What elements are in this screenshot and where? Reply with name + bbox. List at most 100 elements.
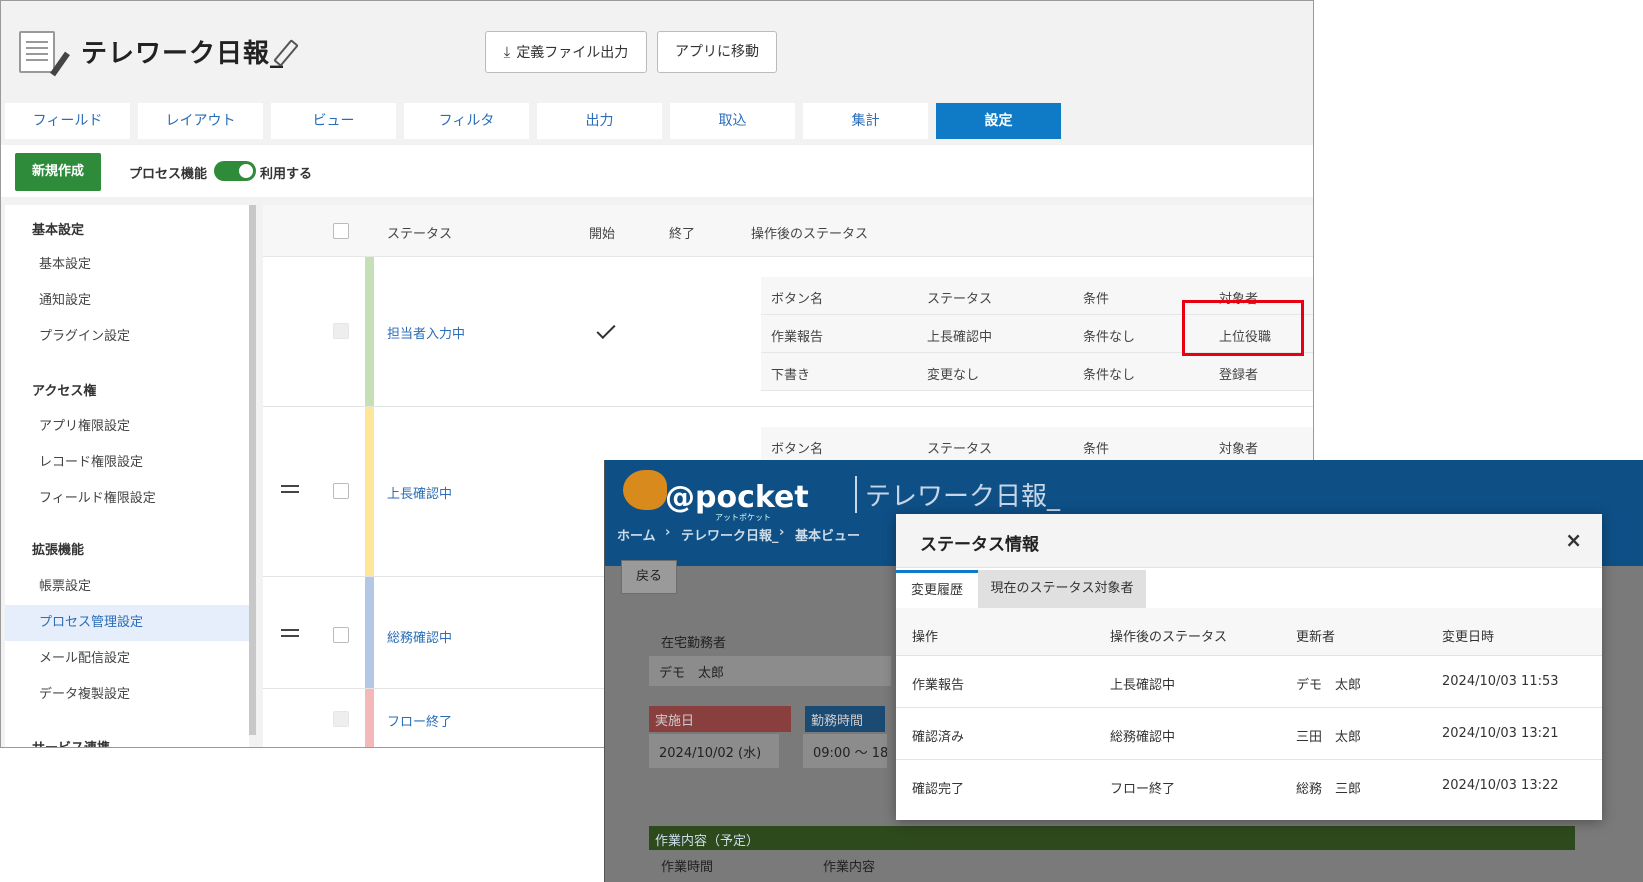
- goto-app-button[interactable]: アプリに移動: [657, 31, 777, 73]
- sidebar-item-basic[interactable]: 基本設定: [5, 247, 249, 283]
- row-checkbox[interactable]: [333, 483, 349, 499]
- status-link[interactable]: 担当者入力中: [387, 323, 465, 342]
- tab-current-target[interactable]: 現在のステータス対象者: [978, 570, 1146, 608]
- back-button[interactable]: 戻る: [621, 560, 677, 594]
- status-link[interactable]: 総務確認中: [387, 627, 452, 646]
- drag-handle-icon[interactable]: [281, 485, 299, 493]
- action-button-name: 作業報告: [771, 330, 824, 345]
- history-header-updater: 更新者: [1296, 630, 1336, 645]
- status-color-stripe: [365, 577, 374, 688]
- plan-section-header: 作業内容（予定）: [649, 826, 1575, 850]
- worker-value: デモ 太郎: [649, 656, 891, 686]
- sidebar-item-record-permission[interactable]: レコード権限設定: [5, 445, 249, 481]
- sidebar-item-duplicate[interactable]: データ複製設定: [5, 677, 249, 713]
- history-next-status: 総務確認中: [1110, 730, 1176, 745]
- pocket-logo-sub: アットポケット: [715, 513, 771, 522]
- row-checkbox: [333, 711, 349, 727]
- action-row: 下書き 変更なし 条件なし 登録者: [761, 353, 1313, 391]
- tab-view[interactable]: ビュー: [271, 103, 396, 139]
- history-operation: 確認完了: [912, 782, 965, 797]
- export-definition-label: 定義ファイル出力: [516, 45, 629, 61]
- breadcrumb-app[interactable]: テレワーク日報_: [681, 525, 779, 544]
- pocket-logo: @pocket: [665, 480, 809, 515]
- time-value: 09:00 ～ 18:: [803, 734, 887, 768]
- header-status: ステータス: [387, 227, 453, 242]
- time-label: 勤務時間: [805, 706, 885, 732]
- sub-header-target: 対象者: [1219, 442, 1259, 457]
- sidebar-scrollbar[interactable]: [249, 205, 256, 735]
- close-icon[interactable]: ×: [1565, 528, 1582, 552]
- history-header-operation: 操作: [912, 630, 939, 645]
- row-checkbox[interactable]: [333, 627, 349, 643]
- header-next-status: 操作後のステータス: [751, 227, 869, 242]
- status-table-header: ステータス 開始 終了 操作後のステータス: [263, 205, 1313, 257]
- sub-header-button: ボタン名: [771, 442, 824, 457]
- process-toggle[interactable]: [214, 161, 256, 181]
- tab-settings[interactable]: 設定: [936, 103, 1061, 139]
- select-all-checkbox[interactable]: [333, 223, 349, 239]
- sidebar-item-field-permission[interactable]: フィールド権限設定: [5, 481, 249, 517]
- sidebar-item-process[interactable]: プロセス管理設定: [5, 605, 249, 641]
- history-row: 作業報告 上長確認中 デモ 太郎 2024/10/03 11:53: [896, 656, 1602, 708]
- history-header-next-status: 操作後のステータス: [1110, 630, 1228, 645]
- status-color-stripe: [365, 689, 374, 747]
- sub-header-button: ボタン名: [771, 292, 824, 307]
- tab-filter[interactable]: フィルタ: [404, 103, 529, 139]
- header-end: 終了: [669, 227, 696, 242]
- sub-header-condition: 条件: [1083, 442, 1110, 457]
- status-info-dialog: ステータス情報 × 変更履歴 現在のステータス対象者 操作 操作後のステータス …: [896, 514, 1602, 820]
- download-icon: ⤓: [503, 43, 511, 61]
- header-start: 開始: [589, 227, 616, 242]
- export-definition-button[interactable]: ⤓ 定義ファイル出力: [485, 31, 647, 73]
- new-button[interactable]: 新規作成: [15, 153, 101, 191]
- history-operation: 作業報告: [912, 678, 965, 693]
- kangaroo-logo-icon: [623, 470, 667, 510]
- history-updater: 総務 三郎: [1296, 782, 1362, 797]
- sidebar-item-notify[interactable]: 通知設定: [5, 283, 249, 319]
- toggle-label: 利用する: [260, 167, 313, 182]
- sidebar-heading-access: アクセス権: [32, 384, 97, 399]
- tab-layout[interactable]: レイアウト: [138, 103, 263, 139]
- history-next-status: 上長確認中: [1110, 678, 1176, 693]
- dialog-title: ステータス情報: [920, 535, 1039, 555]
- sidebar-heading-basic: 基本設定: [32, 223, 85, 238]
- breadcrumb-home[interactable]: ホーム: [617, 525, 656, 544]
- breadcrumb-separator-icon: ›: [779, 525, 785, 540]
- action-condition: 条件なし: [1083, 368, 1136, 383]
- date-label: 実施日: [649, 706, 791, 732]
- tab-output[interactable]: 出力: [537, 103, 662, 139]
- document-icon: [19, 31, 70, 77]
- sidebar-item-form[interactable]: 帳票設定: [5, 569, 249, 605]
- history-datetime: 2024/10/03 13:21: [1442, 726, 1559, 741]
- tab-history[interactable]: 変更履歴: [896, 570, 978, 608]
- pocket-title: テレワーク日報_: [855, 476, 1060, 513]
- sidebar-item-app-permission[interactable]: アプリ権限設定: [5, 409, 249, 445]
- status-link[interactable]: フロー終了: [387, 711, 452, 730]
- drag-handle-icon[interactable]: [281, 629, 299, 637]
- history-operation: 確認済み: [912, 730, 965, 745]
- action-condition: 条件なし: [1083, 330, 1136, 345]
- app-title: テレワーク日報_: [81, 39, 285, 69]
- status-color-stripe: [365, 407, 374, 576]
- worker-label: 在宅勤務者: [661, 636, 727, 651]
- sub-header-status: ステータス: [927, 442, 993, 457]
- dialog-header: ステータス情報 ×: [896, 514, 1602, 568]
- sidebar-item-plugin[interactable]: プラグイン設定: [5, 319, 249, 355]
- breadcrumb-view[interactable]: 基本ビュー: [795, 525, 860, 544]
- status-color-stripe: [365, 257, 374, 406]
- check-icon: [596, 319, 616, 340]
- tab-aggregate[interactable]: 集計: [803, 103, 928, 139]
- tab-field[interactable]: フィールド: [5, 103, 130, 139]
- history-datetime: 2024/10/03 13:22: [1442, 778, 1559, 793]
- process-feature-label: プロセス機能: [129, 167, 208, 182]
- history-updater: デモ 太郎: [1296, 678, 1362, 693]
- tab-import[interactable]: 取込: [670, 103, 795, 139]
- status-link[interactable]: 上長確認中: [387, 483, 452, 502]
- sidebar-item-mail[interactable]: メール配信設定: [5, 641, 249, 677]
- action-status: 上長確認中: [927, 330, 993, 345]
- status-row: 担当者入力中 ボタン名 ステータス 条件 対象者 作業報告 上長確認中 条件なし…: [263, 257, 1313, 407]
- history-row: 確認済み 総務確認中 三田 太郎 2024/10/03 13:21: [896, 708, 1602, 760]
- history-next-status: フロー終了: [1110, 782, 1176, 797]
- date-value: 2024/10/02 (水): [649, 734, 779, 768]
- highlight-box: [1182, 300, 1304, 356]
